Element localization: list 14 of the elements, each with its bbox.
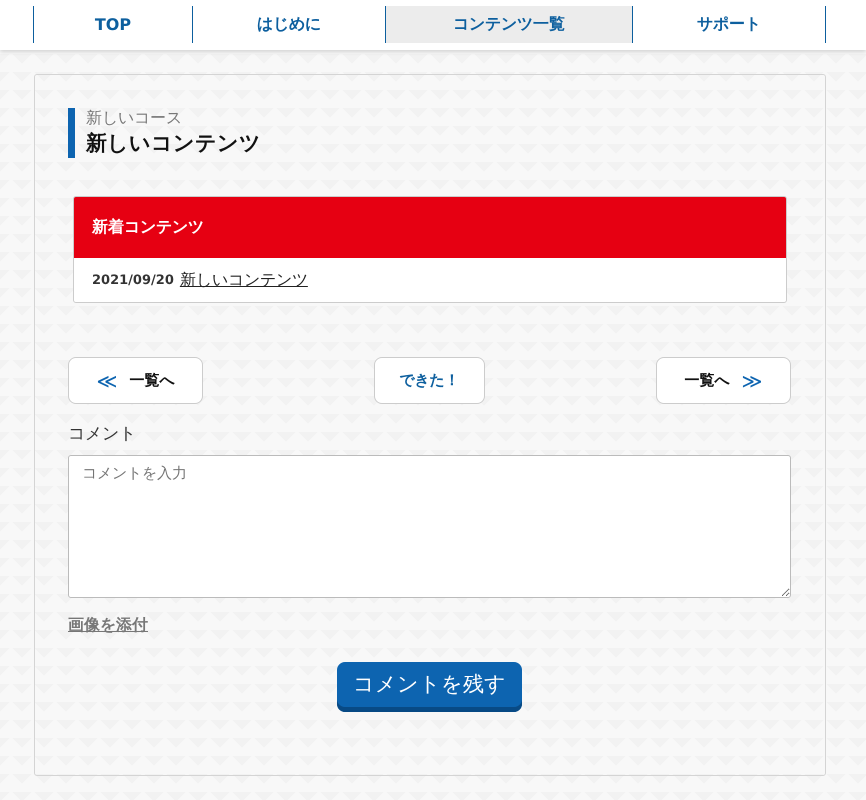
- content-title: 新しいコンテンツ: [86, 130, 262, 157]
- submit-comment-button[interactable]: コメントを残す: [337, 662, 522, 712]
- attach-image-link[interactable]: 画像を添付: [68, 615, 148, 636]
- news-date: 2021/09/20: [92, 272, 174, 288]
- comment-field[interactable]: コメントを入力: [68, 455, 791, 598]
- course-name: 新しいコース: [86, 108, 183, 128]
- next-to-list-button[interactable]: 一覧へ ≫: [656, 357, 791, 404]
- nav-tab[interactable]: コンテンツ一覧: [385, 6, 632, 43]
- news-link[interactable]: 新しいコンテンツ: [180, 270, 308, 290]
- comment-label: コメント: [68, 423, 137, 445]
- nav-tab[interactable]: サポート: [632, 6, 826, 43]
- news-title: 新着コンテンツ: [92, 217, 204, 238]
- done-button[interactable]: できた！: [374, 357, 485, 404]
- back-to-list-button[interactable]: ≪ 一覧へ: [68, 357, 203, 404]
